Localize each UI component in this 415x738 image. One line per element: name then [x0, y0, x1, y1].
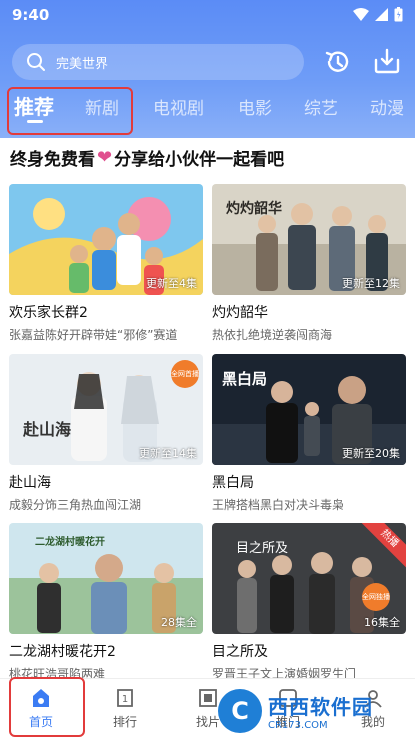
video-thumbnail[interactable]: 黑白局 更新至20集	[212, 354, 406, 465]
highlight-box-home	[9, 677, 85, 737]
video-subtitle: 热依扎绝境逆袭闯商海	[212, 328, 333, 342]
video-title: 欢乐家长群2	[9, 305, 88, 321]
video-card[interactable]: 更新至4集 欢乐家长群2 张嘉益陈好开辟带娃“邪修”赛道	[9, 184, 203, 343]
nav-ranking-label: 排行	[112, 715, 137, 729]
video-card[interactable]: 黑白局 更新至20集 黑白局 王牌搭档黑白对决斗毒枭	[212, 354, 406, 513]
tab-tv-series[interactable]: 电视剧	[153, 94, 204, 119]
watermark-name: 西西软件园	[268, 695, 373, 719]
poster-title-text: 目之所及	[236, 541, 289, 556]
video-thumbnail[interactable]: 目之所及 热播 全网独播 16集全	[212, 523, 406, 634]
tab-movie[interactable]: 电影	[238, 94, 272, 119]
nav-find-label: 找片	[195, 715, 220, 729]
video-card[interactable]: 目之所及 热播 全网独播 16集全 目之所及 罗晋王子文上演婚姻罗生门	[212, 523, 406, 682]
header-bar: 9:40 完美世界 推荐 新剧 电视剧 电影 综艺 动漫	[0, 0, 415, 138]
search-input[interactable]: 完美世界	[12, 44, 304, 80]
video-thumbnail[interactable]: 灼灼韶华 更新至12集	[212, 184, 406, 295]
highlight-box-tabs	[7, 87, 133, 135]
nav-ranking[interactable]: 1 排行	[95, 687, 155, 730]
episode-label: 更新至12集	[342, 277, 400, 290]
signal-icon	[375, 8, 388, 21]
episode-label: 28集全	[161, 616, 197, 629]
ranking-icon: 1	[117, 689, 133, 707]
search-placeholder: 完美世界	[56, 56, 109, 72]
download-icon[interactable]	[372, 46, 402, 76]
poster-title-text: 二龙湖村暖花开	[35, 537, 105, 548]
exclusive-badge: 全网独播	[362, 583, 390, 611]
battery-icon	[394, 7, 403, 22]
watermark-logo-icon: C	[218, 689, 262, 733]
video-title: 黑白局	[212, 475, 254, 491]
episode-label: 更新至4集	[146, 277, 197, 290]
history-icon[interactable]	[323, 47, 353, 77]
video-title: 灼灼韶华	[212, 305, 268, 321]
find-icon	[199, 689, 217, 707]
exclusive-badge: 全网首播	[171, 360, 199, 388]
promo-text-2: 分享给小伙伴一起看吧	[114, 150, 285, 170]
video-card[interactable]: 二龙湖村暖花开 28集全 二龙湖村暖花开2 桃花旺浩哥陷两难	[9, 523, 203, 682]
status-icons	[353, 7, 403, 22]
tab-anime[interactable]: 动漫	[370, 94, 404, 119]
watermark-url: CR173.COM	[268, 720, 328, 731]
video-thumbnail[interactable]: 二龙湖村暖花开 28集全	[9, 523, 203, 634]
video-title: 赴山海	[9, 475, 51, 491]
promo-text-1: 终身免费看	[10, 150, 95, 170]
video-card[interactable]: 赴山海 全网首播 更新至14集 赴山海 成毅分饰三角热血闯江湖	[9, 354, 203, 513]
watermark: C 西西软件园 CR173.COM	[218, 688, 410, 734]
search-icon	[27, 53, 45, 71]
video-subtitle: 张嘉益陈好开辟带娃“邪修”赛道	[9, 328, 178, 342]
tab-variety[interactable]: 综艺	[304, 94, 338, 119]
heart-icon: ❤	[97, 147, 113, 168]
promo-headline: 终身免费看 ❤ 分享给小伙伴一起看吧	[10, 145, 284, 170]
watermark-text: 西西软件园 CR173.COM	[268, 691, 373, 731]
poster-title-text: 赴山海	[23, 420, 72, 439]
episode-label: 更新至20集	[342, 447, 400, 460]
video-title: 二龙湖村暖花开2	[9, 644, 116, 660]
video-thumbnail[interactable]: 更新至4集	[9, 184, 203, 295]
svg-text:1: 1	[122, 694, 128, 705]
video-title: 目之所及	[212, 644, 268, 660]
video-subtitle: 成毅分饰三角热血闯江湖	[9, 498, 142, 512]
status-bar: 9:40	[12, 6, 403, 24]
video-subtitle: 王牌搭档黑白对决斗毒枭	[212, 498, 345, 512]
episode-label: 16集全	[364, 616, 400, 629]
status-time: 9:40	[12, 6, 50, 24]
wifi-icon	[353, 8, 369, 21]
video-thumbnail[interactable]: 赴山海 全网首播 更新至14集	[9, 354, 203, 465]
poster-title-text: 灼灼韶华	[226, 201, 282, 217]
poster-title-text: 黑白局	[222, 370, 268, 388]
episode-label: 更新至14集	[139, 447, 197, 460]
video-card[interactable]: 灼灼韶华 更新至12集 灼灼韶华 热依扎绝境逆袭闯商海	[212, 184, 406, 343]
